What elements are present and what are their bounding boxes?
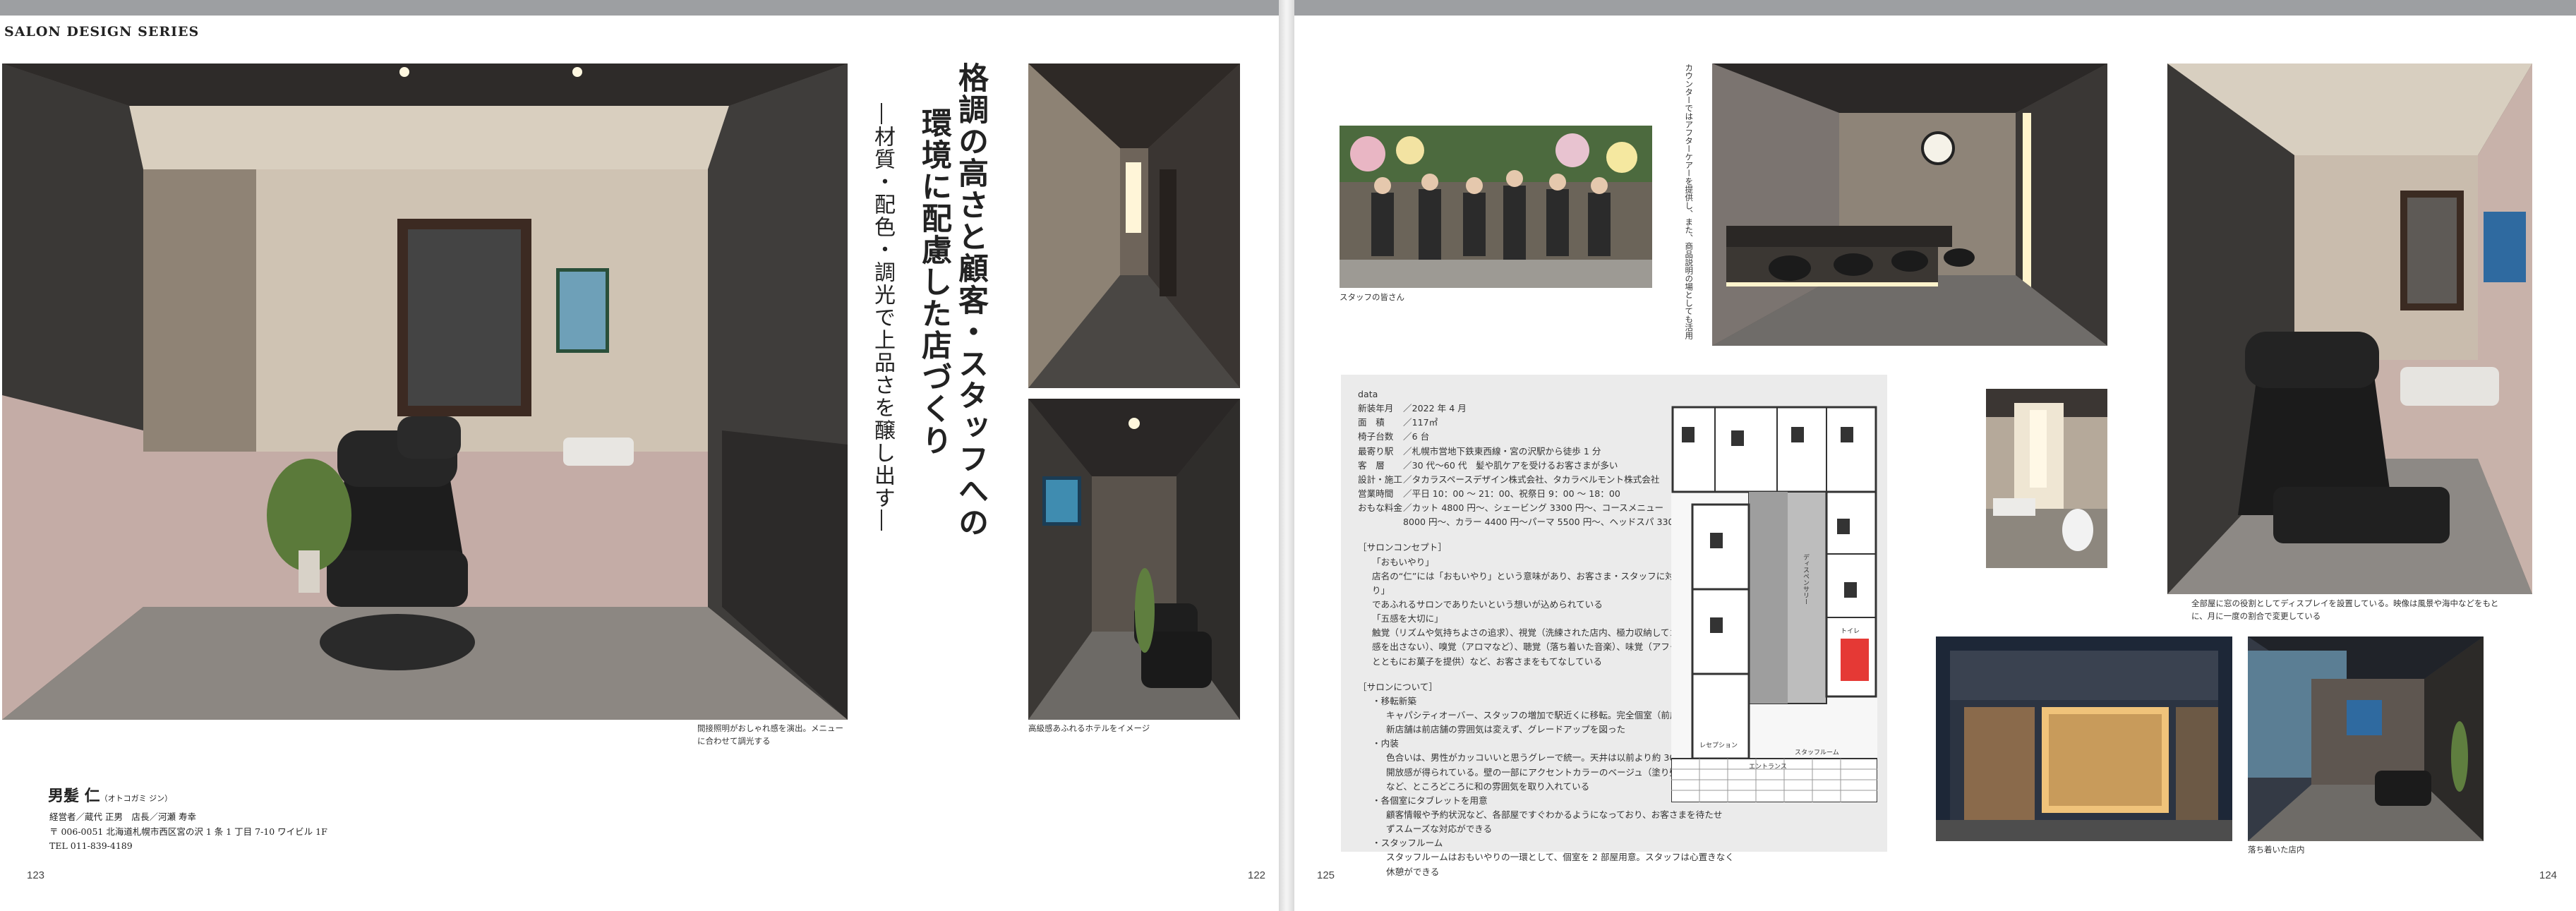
data-row-value: ／平日 10：00 〜 21：00、祝祭日 9：00 〜 18：00 [1403,488,1620,499]
restroom-photo [1986,389,2107,568]
salon-address: 〒 006-0051 北海道札幌市西区宮の沢 1 条 1 丁目 7-10 ワイビ… [49,826,327,837]
salon-details: 経営者／蔵代 正男 店長／河瀬 寿幸 〒 006-0051 北海道札幌市西区宮の… [49,810,327,854]
data-row-key: 最寄り駅 [1358,445,1394,457]
page-number: 123 [27,869,45,881]
lounge-photo [1028,399,1240,720]
salon-name: 男髪 仁（オトコガミ ジン） [48,783,172,806]
data-label: data [1358,389,1378,399]
about-line: 顧客情報や予約状況など、各部屋ですぐわかるようになっており、お客さまを待たせ [1386,809,1723,820]
data-row-value: ／タカラスペースデザイン株式会社、タカラベルモント株式会社 [1403,473,1660,485]
about-line: スタッフルームはおもいやりの一環として、個室を 2 部屋用意。スタッフは心置きな… [1386,852,1734,877]
page-number: 124 [2539,869,2558,881]
data-row-value: ／カット 4800 円〜、シェービング 3300 円〜、コースメニュー [1403,502,1664,514]
data-row-value: ／117㎡ [1403,417,1438,428]
about-line: ずスムーズな対応ができる [1386,823,1493,835]
corridor-photo [1028,64,1240,388]
data-row-key: おもな料金 [1358,502,1402,514]
top-bar [0,0,1279,16]
page-number: 122 [1248,869,1266,881]
counter-photo-caption: カウンターではアフターケアーを提供し、また、商品説明の場としても活用 [1684,64,1695,339]
plan-label-dispensary: ディスペンサリー [1802,553,1810,605]
left-page: SALON DESIGN SERIES 間接照明がおしゃれ感を演出。メニューに合… [0,0,1279,911]
floor-plan: ディスペンサリー レセプション スタッフルーム トイレ エントランス [1671,406,1878,803]
plan-label-staff-room: スタッフルーム [1795,749,1839,756]
staff-photo [1340,126,1652,288]
data-row-key: 設計・施工 [1358,473,1402,485]
about-line: ・スタッフルーム [1372,838,1443,849]
main-photo [2,64,848,720]
salon-tel: TEL 011-839-4189 [49,840,133,852]
page-number: 125 [1317,869,1335,881]
book-gutter [1279,0,1294,911]
waiting-area-photo [2248,637,2484,841]
series-title: SALON DESIGN SERIES [4,24,200,40]
plan-label-entrance: エントランス [1749,763,1787,771]
salon-name-text: 男髪 仁 [48,787,100,805]
counter-photo [1712,64,2107,346]
data-row-value: ／2022 年 4 月 [1403,403,1467,414]
exterior-photo [1936,637,2232,841]
salon-manager: 経営者／蔵代 正男 店長／河瀬 寿幸 [49,812,196,822]
headline-line1: 格調の高さと顧客・スタッフへの [953,62,989,538]
main-photo-caption: 間接照明がおしゃれ感を演出。メニューに合わせて調光する [697,723,843,746]
data-row-value: ／6 台 [1403,431,1430,442]
data-row-key: 営業時間 [1358,488,1394,499]
headline-line2: 環境に配慮した店づくり [916,107,952,457]
staff-photo-caption: スタッフの皆さん [1340,292,1404,302]
headline-subtitle: ―材質・配色・調光で上品さを醸し出す― [870,103,895,532]
lounge-photo-caption: 高級感あふれるホテルをイメージ [1028,723,1150,733]
plan-label-toilet: トイレ [1841,628,1860,635]
salon-reading: （オトコガミ ジン） [100,794,173,803]
data-row-key: 面 積 [1358,417,1385,428]
data-row-key: 椅子台数 [1358,431,1394,442]
data-row-value: ／30 代〜60 代 髪や肌ケアを受けるお客さまが多い [1403,459,1618,471]
shampoo-photo-caption: 全部屋に窓の役割としてディスプレイを設置している。映像は風景や海中などをもとに、… [2191,598,2499,621]
data-row-value: ／札幌市営地下鉄東西線・宮の沢駅から徒歩 1 分 [1403,445,1601,457]
top-bar [1294,0,2576,16]
plan-label-reception: レセプション [1699,742,1738,749]
data-row-key: 客 層 [1358,459,1385,471]
shampoo-photo [2167,64,2532,594]
data-row-key: 新装年月 [1358,403,1394,414]
exterior-photo-caption: 落ち着いた店内 [2248,845,2305,855]
